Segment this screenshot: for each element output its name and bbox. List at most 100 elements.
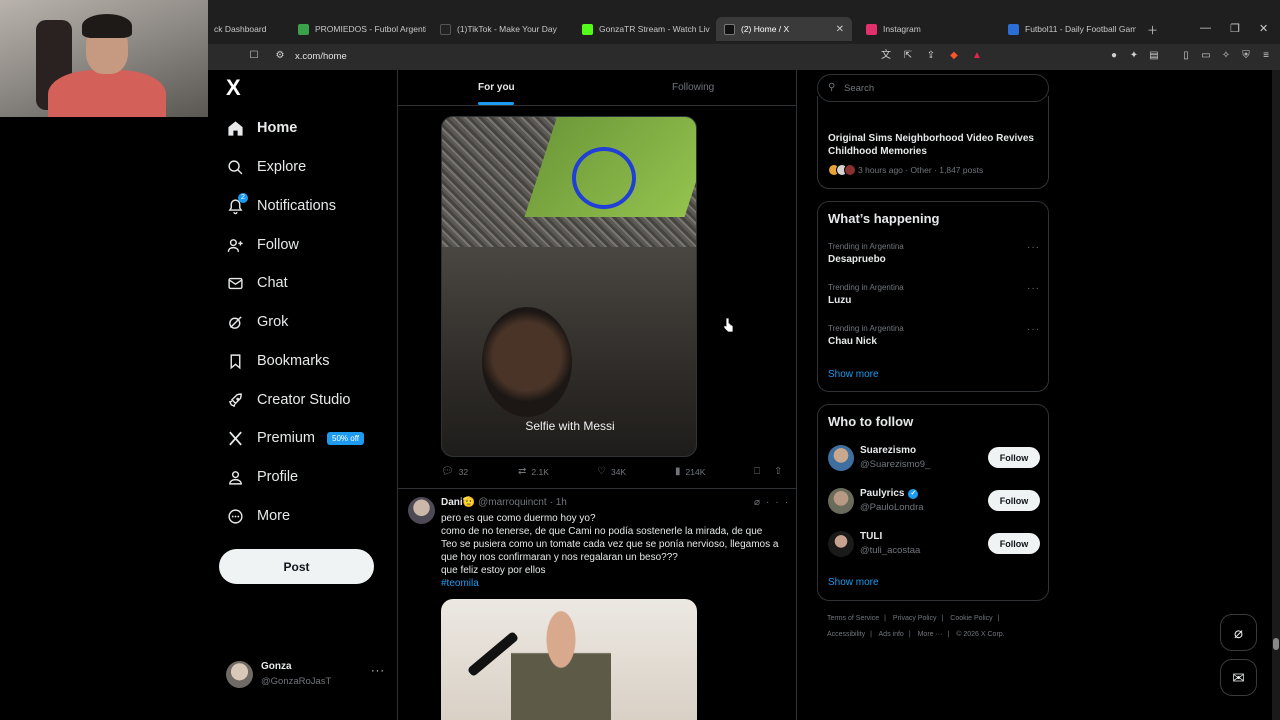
footer-link[interactable]: Ads info (879, 631, 904, 638)
follow-button[interactable]: Follow (988, 533, 1040, 554)
tweet-author-name[interactable]: Dani🫡 (441, 497, 475, 508)
follow-suggestion[interactable]: Paulyrics ✓ @PauloLondra Follow (828, 488, 1040, 516)
more-dots-icon[interactable]: ··· (766, 497, 794, 508)
avatar[interactable] (408, 497, 435, 524)
grok-icon (226, 313, 244, 331)
follow-button[interactable]: Follow (988, 490, 1040, 511)
mail-icon: ✉ (1232, 669, 1245, 687)
footer-link[interactable]: Terms of Service (827, 615, 879, 622)
footer-link[interactable]: Accessibility (827, 631, 865, 638)
nav-bookmarks[interactable]: Bookmarks (226, 348, 330, 374)
nav-home[interactable]: Home (226, 115, 297, 141)
mail-icon (226, 274, 244, 292)
tweet-time[interactable]: · 1h (550, 497, 567, 508)
vpn-icon[interactable]: ⛨ (1240, 50, 1252, 62)
new-tab-icon[interactable]: ＋ (1147, 22, 1158, 38)
trend-item[interactable]: Trending in Argentina Desapruebo ··· (828, 242, 1040, 265)
active-tab-indicator (478, 102, 514, 105)
trend-topic: Luzu (828, 295, 852, 306)
browser-tab[interactable]: GonzaTR Stream - Watch Live (574, 17, 710, 41)
close-tab-icon[interactable]: ✕ (826, 24, 844, 35)
open-app-icon[interactable]: ⇱ (902, 50, 914, 62)
follow-suggestion[interactable]: Suarezismo @Suarezismo9_ Follow (828, 445, 1040, 473)
browser-tab-active[interactable]: (2) Home / X ✕ (716, 17, 852, 41)
follow-button[interactable]: Follow (988, 447, 1040, 468)
x-logo[interactable]: X (226, 77, 246, 99)
translate-icon[interactable]: 文 (880, 50, 892, 62)
bookmark-page-icon[interactable]: ☐ (248, 50, 260, 62)
sidebar-icon[interactable]: ▯ (1180, 50, 1192, 62)
person-icon (226, 468, 244, 486)
extensions-icon[interactable]: ✦ (1128, 50, 1140, 62)
bookmark-button[interactable]: ⎕ (754, 466, 765, 477)
trend-topic: Desapruebo (828, 254, 886, 265)
search-input[interactable]: ⚲ Search (817, 74, 1049, 102)
close-window-icon[interactable]: ✕ (1259, 22, 1268, 35)
more-dots-icon[interactable]: ··· (1027, 324, 1040, 335)
nav-profile[interactable]: Profile (226, 464, 298, 490)
post-button[interactable]: Post (219, 549, 374, 584)
more-dots-icon[interactable]: ··· (371, 665, 385, 677)
leo-icon[interactable]: ✧ (1220, 50, 1232, 62)
footer-link[interactable]: Privacy Policy (893, 615, 937, 622)
verified-badge-icon: ✓ (908, 488, 919, 499)
nav-follow[interactable]: Follow (226, 232, 299, 258)
nav-chat[interactable]: Chat (226, 270, 288, 296)
menu-icon[interactable]: ≡ (1260, 50, 1272, 62)
tab-for-you[interactable]: For you (478, 82, 515, 93)
share-icon[interactable]: ⇪ (925, 50, 937, 62)
show-more-trends-link[interactable]: Show more (828, 369, 879, 380)
tab-following[interactable]: Following (672, 82, 714, 93)
repost-button[interactable]: ⇄ 2.1K (518, 466, 549, 477)
news-card[interactable]: Original Sims Neighborhood Video Revives… (817, 96, 1049, 189)
hashtag-link[interactable]: #teomila (441, 578, 479, 589)
browser-tab[interactable]: ck Dashboard (206, 17, 292, 41)
grok-icon[interactable]: ⌀ (754, 497, 766, 508)
share-button[interactable]: ⇧ (774, 466, 787, 477)
views-button[interactable]: ▮ 214K (675, 466, 705, 477)
minimize-icon[interactable]: — (1200, 22, 1211, 34)
url-field[interactable]: x.com/home (295, 51, 347, 62)
messages-float-button[interactable]: ✉ (1220, 659, 1257, 696)
account-name: Gonza (261, 661, 292, 672)
tweet[interactable]: Dani🫡 @marroquincnt · 1h ⌀··· pero es que … (398, 488, 796, 720)
follow-suggestion[interactable]: TULI @tuli_acostaa Follow (828, 531, 1040, 559)
footer-link[interactable]: More ··· (918, 631, 943, 638)
site-settings-icon[interactable]: ⚙ (274, 50, 286, 62)
trend-item[interactable]: Trending in Argentina Luzu ··· (828, 283, 1040, 306)
like-button[interactable]: ♡ 34K (597, 466, 626, 477)
tweet-media-video[interactable]: Selfie with Messi (441, 116, 697, 457)
show-more-follow-link[interactable]: Show more (828, 577, 879, 588)
reply-button[interactable]: 💬︎ 32 (441, 466, 468, 477)
nav-notifications[interactable]: 2 Notifications (226, 193, 336, 219)
nav-premium[interactable]: Premium 50% off (226, 425, 364, 451)
brave-shield-icon[interactable]: ◆ (948, 50, 960, 62)
browser-tab[interactable]: Instagram (858, 17, 994, 41)
grok-float-button[interactable]: ⌀ (1220, 614, 1257, 651)
footer-link[interactable]: Cookie Policy (950, 615, 992, 622)
scrollbar-thumb[interactable] (1273, 638, 1279, 650)
record-icon[interactable]: ● (1108, 50, 1120, 62)
nav-more[interactable]: More (226, 503, 290, 529)
reader-icon[interactable]: ▤ (1148, 50, 1160, 62)
trend-context: Trending in Argentina (828, 283, 904, 292)
browser-tab[interactable]: PROMIEDOS - Futbol Argentino (290, 17, 426, 41)
tweet-author-handle[interactable]: @marroquincnt (478, 497, 547, 508)
restore-icon[interactable]: ❐ (1230, 22, 1240, 35)
nav-creator-studio[interactable]: Creator Studio (226, 387, 351, 413)
page-scrollbar[interactable] (1272, 70, 1280, 720)
nav-grok[interactable]: Grok (226, 309, 288, 335)
views-chart-icon: ▮ (675, 466, 681, 477)
timeline: For you Following Selfie with Messi 💬︎ 32… (397, 70, 797, 720)
trend-item[interactable]: Trending in Argentina Chau Nick ··· (828, 324, 1040, 347)
more-dots-icon[interactable]: ··· (1027, 242, 1040, 253)
browser-tab[interactable]: Futbol11 - Daily Football Game (1000, 17, 1136, 41)
nav-explore[interactable]: Explore (226, 154, 306, 180)
more-dots-icon[interactable]: ··· (1027, 283, 1040, 294)
brave-rewards-icon[interactable]: ▲ (971, 50, 983, 62)
tweet-media-image[interactable] (441, 599, 697, 720)
wallet-icon[interactable]: ▭ (1200, 50, 1212, 62)
nav-label: Home (257, 120, 298, 136)
browser-tab[interactable]: (1)TikTok - Make Your Day (432, 17, 568, 41)
account-switcher[interactable]: Gonza @GonzaRoJasT ··· (226, 659, 386, 691)
